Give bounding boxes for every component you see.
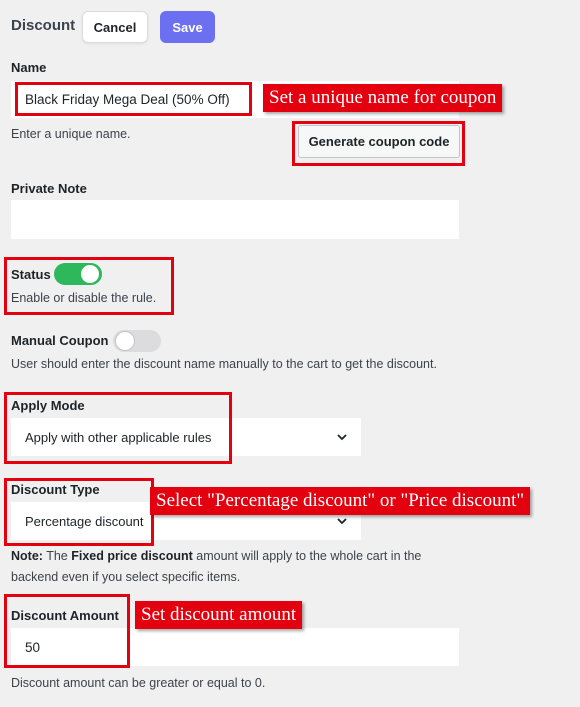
discount-amount-callout: Set discount amount [135,601,303,629]
note-prefix: Note: [11,549,43,563]
manual-coupon-help-text: User should enter the discount name manu… [11,357,437,371]
discount-amount-label: Discount Amount [11,608,119,623]
note-emphasis: Fixed price discount [71,549,193,563]
toggle-knob [81,265,99,283]
name-help-text: Enter a unique name. [11,127,131,141]
name-input-value: Black Friday Mega Deal (50% Off) [25,92,230,107]
status-label: Status [11,267,51,282]
page-title: Discount [11,17,76,34]
cancel-button[interactable]: Cancel [82,11,148,43]
discount-type-value: Percentage discount [25,513,144,529]
discount-type-note: Note: The Fixed price discount amount wi… [11,546,451,588]
chevron-down-icon [337,518,347,525]
discount-type-label: Discount Type [11,482,100,497]
note-text-start: The [42,549,72,563]
apply-mode-value: Apply with other applicable rules [25,429,212,445]
save-button[interactable]: Save [160,11,215,43]
discount-type-callout: Select "Percentage discount" or "Price d… [150,487,531,515]
manual-coupon-toggle[interactable] [113,330,161,352]
discount-amount-help-text: Discount amount can be greater or equal … [11,676,266,690]
private-note-label: Private Note [11,181,87,196]
discount-amount-input[interactable]: 50 [11,628,459,666]
status-toggle[interactable] [54,263,102,285]
apply-mode-select[interactable]: Apply with other applicable rules [11,418,361,456]
name-label: Name [11,60,47,75]
name-callout: Set a unique name for coupon [263,84,503,112]
generate-coupon-code-button[interactable]: Generate coupon code [298,125,460,158]
toggle-knob [116,332,134,350]
apply-mode-label: Apply Mode [11,398,85,413]
manual-coupon-label: Manual Coupon [11,333,109,348]
chevron-down-icon [337,434,347,441]
status-help-text: Enable or disable the rule. [11,291,157,305]
private-note-input[interactable] [11,200,459,239]
discount-amount-value: 50 [25,639,41,655]
